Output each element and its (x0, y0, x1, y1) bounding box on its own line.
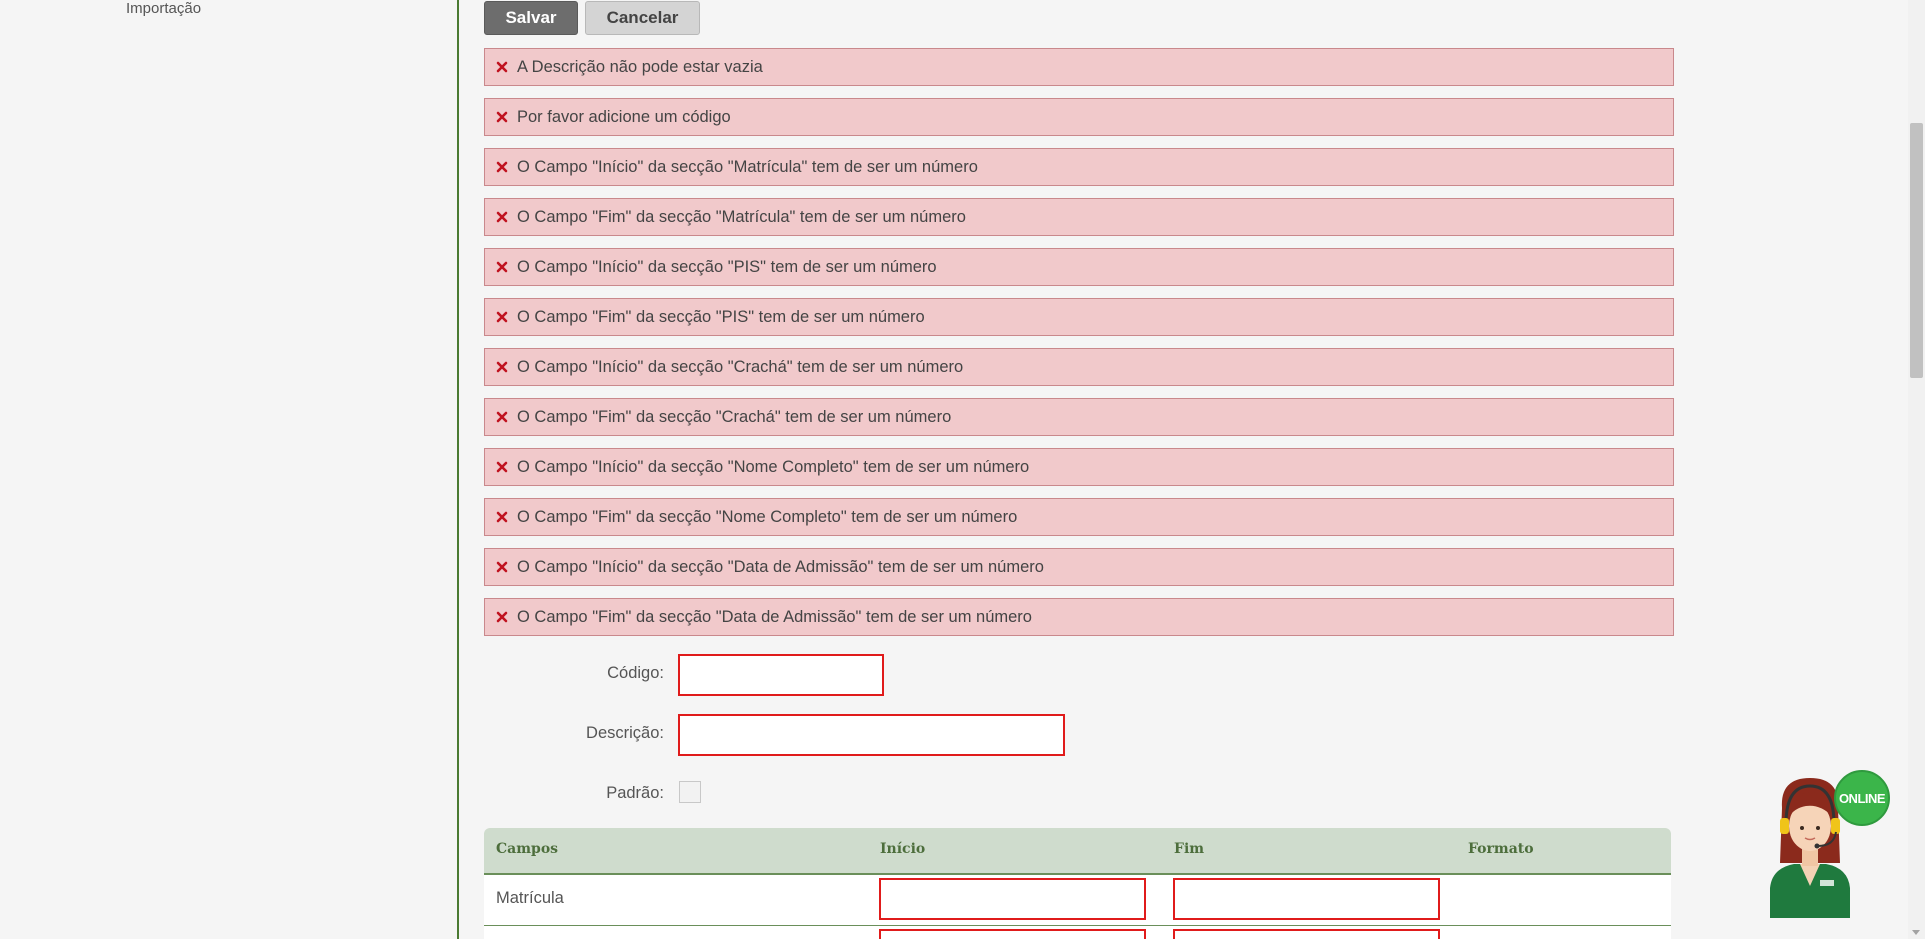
error-text: O Campo "Fim" da secção "Crachá" tem de … (517, 407, 952, 426)
online-badge: ONLINE (1834, 770, 1890, 826)
save-button[interactable]: Salvar (484, 1, 578, 35)
cancel-button[interactable]: Cancelar (585, 1, 700, 35)
page-scrollbar[interactable] (1908, 0, 1925, 939)
error-message: Por favor adicione um código (484, 98, 1674, 136)
error-text: Por favor adicione um código (517, 107, 731, 126)
error-message: O Campo "Início" da secção "PIS" tem de … (484, 248, 1674, 286)
validation-errors: A Descrição não pode estar vazia Por favo… (484, 48, 1674, 648)
error-message: O Campo "Fim" da secção "Nome Completo" … (484, 498, 1674, 536)
error-message: O Campo "Início" da secção "Nome Complet… (484, 448, 1674, 486)
error-message: O Campo "Fim" da secção "Crachá" tem de … (484, 398, 1674, 436)
error-text: O Campo "Fim" da secção "PIS" tem de ser… (517, 307, 925, 326)
error-x-icon (495, 560, 509, 574)
error-x-icon (495, 360, 509, 374)
error-text: O Campo "Início" da secção "Matrícula" t… (517, 157, 978, 176)
sidebar-item-importacao[interactable]: Importação (126, 0, 201, 17)
error-message: O Campo "Início" da secção "Data de Admi… (484, 548, 1674, 586)
scrollbar-thumb[interactable] (1910, 123, 1923, 378)
error-text: O Campo "Fim" da secção "Data de Admissã… (517, 607, 1032, 626)
error-x-icon (495, 460, 509, 474)
column-header-formato: Formato (1468, 841, 1534, 857)
descricao-input[interactable] (678, 714, 1065, 756)
error-text: O Campo "Fim" da secção "Matrícula" tem … (517, 207, 966, 226)
sidebar: Importação (0, 0, 459, 939)
sidebar-item-label: Importação (126, 0, 202, 17)
fields-table: Campos Início Fim Formato Matrícula (484, 828, 1671, 939)
error-x-icon (495, 410, 509, 424)
error-text: O Campo "Fim" da secção "Nome Completo" … (517, 507, 1018, 526)
error-message: O Campo "Fim" da secção "Data de Admissã… (484, 598, 1674, 636)
error-x-icon (495, 60, 509, 74)
page: Importação Salvar Cancelar A Descrição n… (0, 0, 1925, 939)
descricao-label: Descrição: (586, 724, 664, 742)
fim-input[interactable] (1173, 929, 1440, 939)
scroll-down-icon[interactable] (1912, 930, 1920, 935)
error-text: A Descrição não pode estar vazia (517, 57, 763, 76)
error-x-icon (495, 160, 509, 174)
inicio-input[interactable] (879, 929, 1146, 939)
error-x-icon (495, 210, 509, 224)
codigo-label: Código: (607, 664, 664, 682)
error-x-icon (495, 310, 509, 324)
error-x-icon (495, 110, 509, 124)
codigo-input[interactable] (678, 654, 884, 696)
error-message: O Campo "Fim" da secção "Matrícula" tem … (484, 198, 1674, 236)
table-row: Matrícula (484, 875, 1671, 926)
padrao-label: Padrão: (606, 784, 664, 802)
fim-input[interactable] (1173, 878, 1440, 920)
error-x-icon (495, 510, 509, 524)
error-message: A Descrição não pode estar vazia (484, 48, 1674, 86)
column-header-campos: Campos (496, 841, 559, 857)
padrao-checkbox[interactable] (679, 781, 701, 803)
column-header-fim: Fim (1174, 841, 1205, 857)
error-x-icon (495, 610, 509, 624)
online-support-widget[interactable]: ONLINE (1760, 768, 1890, 918)
error-x-icon (495, 260, 509, 274)
error-text: O Campo "Início" da secção "Data de Admi… (517, 557, 1044, 576)
error-message: O Campo "Início" da secção "Crachá" tem … (484, 348, 1674, 386)
error-text: O Campo "Início" da secção "Nome Complet… (517, 457, 1030, 476)
table-header: Campos Início Fim Formato (484, 828, 1671, 875)
error-text: O Campo "Início" da secção "PIS" tem de … (517, 257, 937, 276)
error-text: O Campo "Início" da secção "Crachá" tem … (517, 357, 964, 376)
error-message: O Campo "Início" da secção "Matrícula" t… (484, 148, 1674, 186)
column-header-inicio: Início (880, 841, 926, 857)
table-row (484, 926, 1671, 939)
inicio-input[interactable] (879, 878, 1146, 920)
campo-name: Matrícula (496, 889, 564, 907)
error-message: O Campo "Fim" da secção "PIS" tem de ser… (484, 298, 1674, 336)
